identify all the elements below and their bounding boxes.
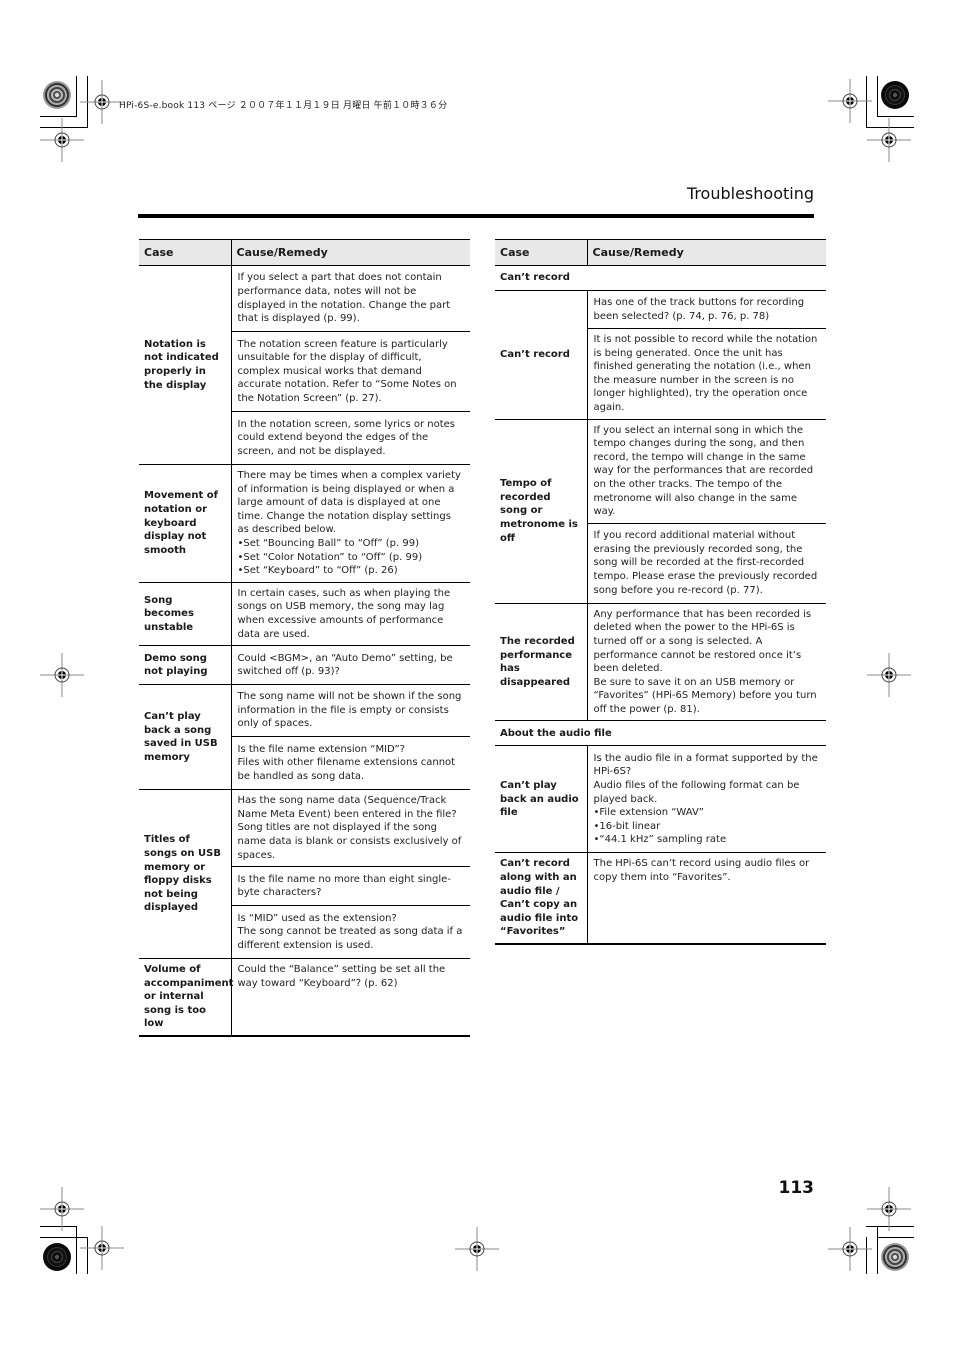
remedy-cell: The notation screen feature is particula… xyxy=(231,331,470,412)
crop-mark xyxy=(76,76,77,116)
remedy-cell: The song name will not be shown if the s… xyxy=(231,684,470,738)
column-header-cause-remedy: Cause/Remedy xyxy=(231,239,470,266)
crosshair-mark-icon xyxy=(40,1187,84,1231)
remedy-cell: There may be times when a complex variet… xyxy=(231,464,470,583)
table-header-row: Case Cause/Remedy xyxy=(495,239,826,266)
crop-mark xyxy=(76,1226,77,1274)
registration-target-icon xyxy=(881,81,909,109)
remedy-cell: Is the file name extension “MID”? Files … xyxy=(231,736,470,791)
remedy-cell: If you select a part that does not conta… xyxy=(231,265,470,332)
column-header-case: Case xyxy=(495,239,588,266)
crosshair-mark-icon xyxy=(867,1187,911,1231)
page-number: 113 xyxy=(778,1178,815,1198)
case-cell: Can’t record xyxy=(495,290,588,420)
remedy-cell: The HPi-6S can’t record using audio file… xyxy=(587,852,826,946)
troubleshooting-table-left: Case Cause/Remedy Notation is not indica… xyxy=(139,239,470,1038)
print-slug-header: HPi-6S-e.book 113 ページ ２００７年１１月１９日 月曜日 午前… xyxy=(119,101,448,111)
crosshair-mark-icon xyxy=(455,1227,499,1271)
remedy-cell: It is not possible to record while the n… xyxy=(587,328,826,420)
table-row: Tempo of recorded song or metronome is o… xyxy=(495,419,826,604)
case-cell: Can’t record along with an audio file / … xyxy=(495,852,588,946)
table-row: Can’t record Has one of the track button… xyxy=(495,290,826,420)
table-row: Volume of accompaniment or internal song… xyxy=(139,958,470,1038)
crosshair-mark-icon xyxy=(40,118,84,162)
case-cell: Demo song not playing xyxy=(139,645,232,686)
case-cell: Volume of accompaniment or internal song… xyxy=(139,958,233,1038)
remedy-cell: Has one of the track buttons for recordi… xyxy=(587,290,826,329)
table-row: Movement of notation or keyboard display… xyxy=(139,464,470,583)
table-row: Can’t play back a song saved in USB memo… xyxy=(139,684,470,791)
group-title-cant-record: Can’t record xyxy=(495,265,826,291)
case-cell: Notation is not indicated properly in th… xyxy=(139,265,232,465)
case-cell: Tempo of recorded song or metronome is o… xyxy=(495,419,588,604)
group-title-audio-file: About the audio file xyxy=(495,720,826,747)
remedy-cell: Is the file name no more than eight sing… xyxy=(231,866,470,907)
crosshair-mark-icon xyxy=(828,79,872,123)
column-header-cause-remedy: Cause/Remedy xyxy=(587,239,826,266)
remedy-cell: In the notation screen, some lyrics or n… xyxy=(231,411,470,465)
column-header-case: Case xyxy=(139,239,232,266)
case-cell: The recorded performance has disappeared xyxy=(495,603,588,722)
troubleshooting-table-right: Case Cause/Remedy Can’t record Can’t rec… xyxy=(495,239,826,946)
case-cell: Titles of songs on USB memory or floppy … xyxy=(139,789,232,960)
remedy-cell: Is “MID” used as the extension? The song… xyxy=(231,905,470,960)
crosshair-mark-icon xyxy=(40,653,84,697)
table-header-row: Case Cause/Remedy xyxy=(139,239,470,266)
crop-mark xyxy=(877,76,878,116)
case-cell: Can’t play back a song saved in USB memo… xyxy=(139,684,232,791)
crop-mark xyxy=(40,116,77,117)
crosshair-mark-icon xyxy=(80,1226,124,1270)
registration-target-icon xyxy=(43,1243,71,1271)
crosshair-mark-icon xyxy=(867,118,911,162)
case-cell: Can’t play back an audio file xyxy=(495,745,588,854)
remedy-cell: Any performance that has been recorded i… xyxy=(587,603,826,722)
remedy-cell: If you record additional material withou… xyxy=(587,523,826,604)
crop-mark xyxy=(877,1237,914,1238)
table-row: Song becomes unstable In certain cases, … xyxy=(139,582,470,647)
remedy-cell: Could the “Balance” setting be set all t… xyxy=(231,958,470,1038)
crosshair-mark-icon xyxy=(80,80,124,124)
table-row: Can’t play back an audio file Is the aud… xyxy=(495,745,826,854)
table-row: Titles of songs on USB memory or floppy … xyxy=(139,789,470,960)
registration-target-icon xyxy=(881,1243,909,1271)
group-header-row: Can’t record xyxy=(495,265,826,291)
crosshair-mark-icon xyxy=(828,1227,872,1271)
case-cell: Movement of notation or keyboard display… xyxy=(139,464,232,583)
remedy-cell: In certain cases, such as when playing t… xyxy=(231,582,470,647)
crop-mark xyxy=(877,1226,878,1274)
case-cell: Song becomes unstable xyxy=(139,582,232,647)
remedy-cell: Has the song name data (Sequence/Track N… xyxy=(231,789,470,868)
table-row: Can’t record along with an audio file / … xyxy=(495,852,826,946)
registration-target-icon xyxy=(43,81,71,109)
group-header-row: About the audio file xyxy=(495,720,826,747)
table-row: Notation is not indicated properly in th… xyxy=(139,265,470,465)
remedy-cell: Could <BGM>, an “Auto Demo” setting, be … xyxy=(231,645,470,686)
remedy-cell: If you select an internal song in which … xyxy=(587,419,826,524)
title-divider xyxy=(138,214,814,218)
crop-mark xyxy=(877,116,914,117)
table-row: Demo song not playing Could <BGM>, an “A… xyxy=(139,645,470,686)
crosshair-mark-icon xyxy=(867,653,911,697)
section-title: Troubleshooting xyxy=(686,184,814,203)
remedy-cell: Is the audio file in a format supported … xyxy=(587,745,826,854)
table-row: The recorded performance has disappeared… xyxy=(495,603,826,722)
